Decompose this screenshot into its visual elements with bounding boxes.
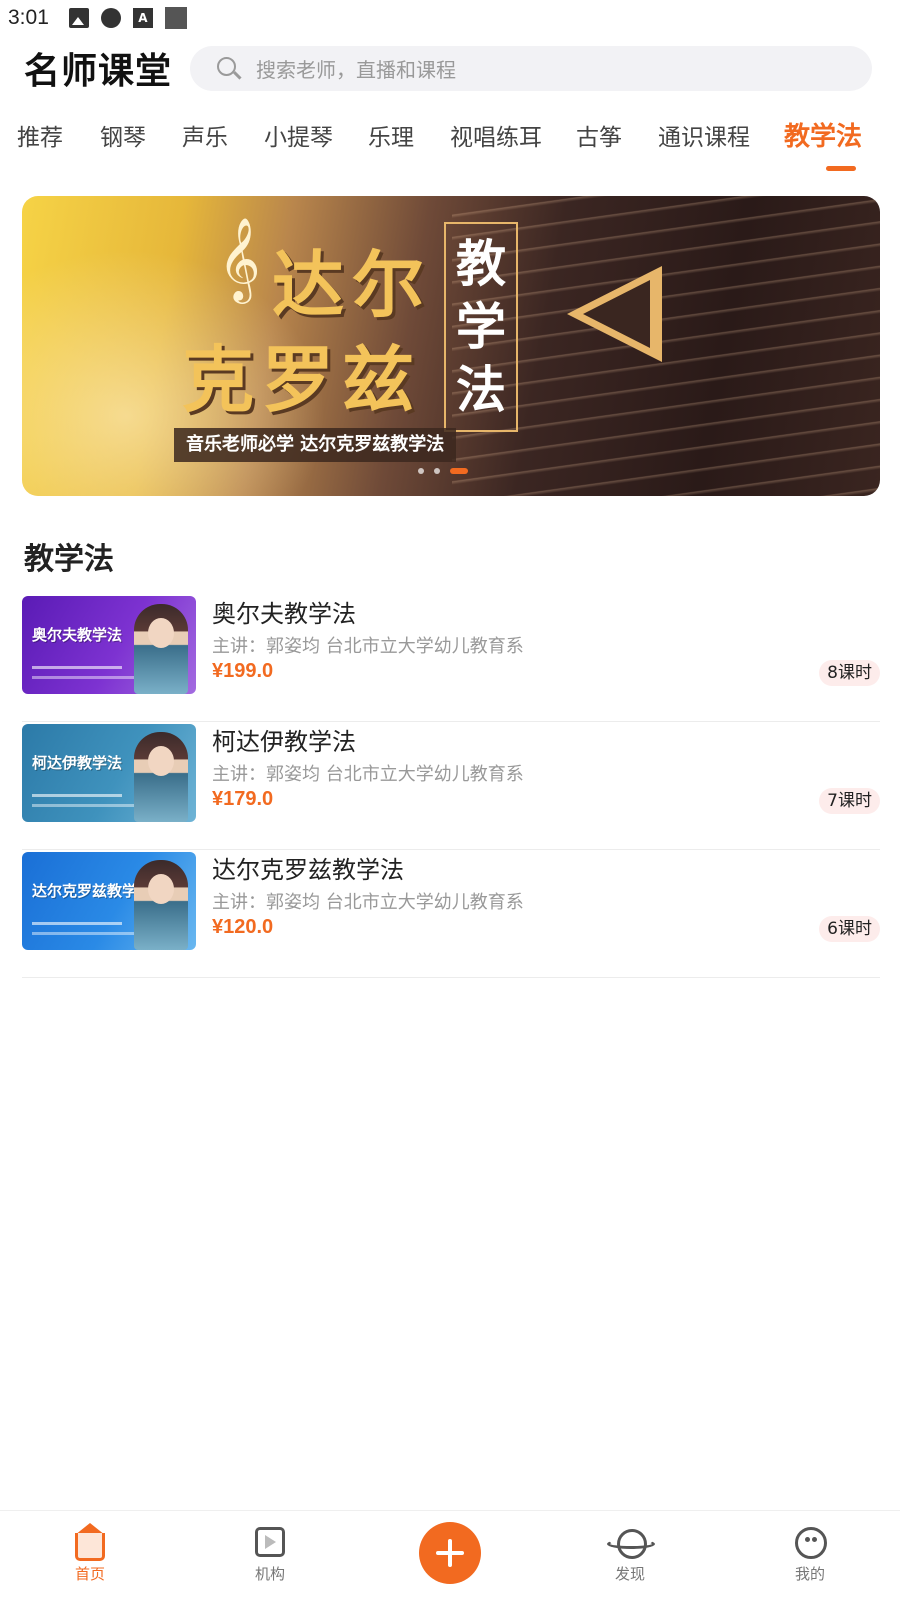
search-placeholder: 搜索老师，直播和课程 xyxy=(256,58,456,82)
banner-vertical-char: 法 xyxy=(456,361,506,420)
thumbnail-title: 柯达伊教学法 xyxy=(32,754,123,772)
course-thumbnail[interactable]: 达尔克罗兹教学法 xyxy=(22,852,196,950)
nav-institution[interactable]: 机构 xyxy=(230,1525,310,1584)
teacher-face xyxy=(148,746,174,776)
tab-music-theory[interactable]: 乐理 xyxy=(368,118,414,152)
carousel-dot[interactable] xyxy=(418,468,424,474)
planet-icon xyxy=(607,1525,655,1559)
course-name[interactable]: 达尔克罗兹教学法 xyxy=(212,850,404,885)
banner-title-line2: 克罗兹 xyxy=(182,338,423,422)
status-bar: 3:01 A xyxy=(0,0,900,36)
tab-ear-training[interactable]: 视唱练耳 xyxy=(450,118,542,152)
tab-recommend[interactable]: 推荐 xyxy=(17,118,63,152)
course-price: ¥199.0 xyxy=(212,660,274,682)
status-time: 3:01 xyxy=(8,6,49,29)
thumbnail-title: 奥尔夫教学法 xyxy=(32,626,123,644)
thumbnail-caption-line xyxy=(32,794,122,797)
course-name[interactable]: 奥尔夫教学法 xyxy=(212,594,356,629)
tab-general-courses[interactable]: 通识课程 xyxy=(658,118,750,152)
nav-home[interactable]: 首页 xyxy=(50,1523,130,1584)
course-price: ¥120.0 xyxy=(212,916,274,938)
lesson-count-badge: 8课时 xyxy=(819,660,880,686)
course-price: ¥179.0 xyxy=(212,788,274,810)
keyboard-icon: A xyxy=(132,8,153,28)
teacher-face xyxy=(148,618,174,648)
course-teacher: 主讲：郭姿均 台北市立大学幼儿教育系 xyxy=(212,636,524,657)
nav-mine[interactable]: 我的 xyxy=(770,1525,850,1584)
search-icon xyxy=(216,56,242,82)
active-tab-indicator xyxy=(826,166,856,171)
tab-violin[interactable]: 小提琴 xyxy=(264,118,333,152)
image-notification-icon xyxy=(68,8,89,28)
search-input[interactable]: 搜索老师，直播和课程 xyxy=(190,46,872,91)
carousel-dot[interactable] xyxy=(434,468,440,474)
banner-title-line1: 达尔 xyxy=(272,243,433,327)
carousel-indicator xyxy=(418,468,468,474)
nav-institution-label: 机构 xyxy=(254,1565,285,1583)
carousel-dot-active[interactable] xyxy=(450,468,468,474)
category-tabs: 推荐 钢琴 声乐 小提琴 乐理 视唱练耳 古筝 通识课程 教学法 xyxy=(0,118,900,178)
tab-pedagogy[interactable]: 教学法 xyxy=(784,116,862,153)
nav-discover-label: 发现 xyxy=(614,1565,645,1583)
nav-home-label: 首页 xyxy=(74,1565,105,1583)
nav-mine-label: 我的 xyxy=(794,1565,825,1583)
promo-banner[interactable]: 𝄞 达尔 克罗兹 教 学 法 音乐老师必学 达尔克罗兹教学法 xyxy=(22,196,880,496)
lesson-count-badge: 7课时 xyxy=(819,788,880,814)
course-thumbnail[interactable]: 柯达伊教学法 xyxy=(22,724,196,822)
thumbnail-caption-line xyxy=(32,922,122,925)
square-notification-icon xyxy=(164,7,187,29)
plus-icon-vertical xyxy=(448,1539,452,1567)
tab-vocal[interactable]: 声乐 xyxy=(182,118,228,152)
course-thumbnail[interactable]: 奥尔夫教学法 xyxy=(22,596,196,694)
tab-guzheng[interactable]: 古筝 xyxy=(576,118,622,152)
lesson-count-badge: 6课时 xyxy=(819,916,880,942)
course-item[interactable]: 柯达伊教学法 柯达伊教学法 主讲：郭姿均 台北市立大学幼儿教育系 ¥179.0 … xyxy=(22,722,880,850)
app-title: 名师课堂 xyxy=(24,51,173,92)
treble-clef-icon: 𝄞 xyxy=(218,216,261,300)
banner-vertical-char: 学 xyxy=(456,297,506,356)
teacher-face xyxy=(148,874,174,904)
course-list: 奥尔夫教学法 奥尔夫教学法 主讲：郭姿均 台北市立大学幼儿教育系 ¥199.0 … xyxy=(22,594,880,978)
thumbnail-caption-line xyxy=(32,666,122,669)
vpn-icon xyxy=(100,8,121,28)
video-icon xyxy=(253,1525,287,1559)
course-name[interactable]: 柯达伊教学法 xyxy=(212,722,356,757)
add-button[interactable] xyxy=(419,1522,481,1584)
tab-piano[interactable]: 钢琴 xyxy=(100,118,146,152)
course-teacher: 主讲：郭姿均 台北市立大学幼儿教育系 xyxy=(212,892,524,913)
home-icon xyxy=(73,1523,107,1561)
triangle-icon-inner xyxy=(583,280,650,348)
nav-discover[interactable]: 发现 xyxy=(590,1525,670,1584)
face-icon xyxy=(793,1525,827,1559)
banner-subtitle: 音乐老师必学 达尔克罗兹教学法 xyxy=(174,428,457,462)
course-teacher: 主讲：郭姿均 台北市立大学幼儿教育系 xyxy=(212,764,524,785)
banner-vertical-char: 教 xyxy=(456,234,506,293)
section-title: 教学法 xyxy=(24,542,114,577)
course-item[interactable]: 达尔克罗兹教学法 达尔克罗兹教学法 主讲：郭姿均 台北市立大学幼儿教育系 ¥12… xyxy=(22,850,880,978)
course-item[interactable]: 奥尔夫教学法 奥尔夫教学法 主讲：郭姿均 台北市立大学幼儿教育系 ¥199.0 … xyxy=(22,594,880,722)
banner-vertical-title: 教 学 法 xyxy=(444,222,518,432)
